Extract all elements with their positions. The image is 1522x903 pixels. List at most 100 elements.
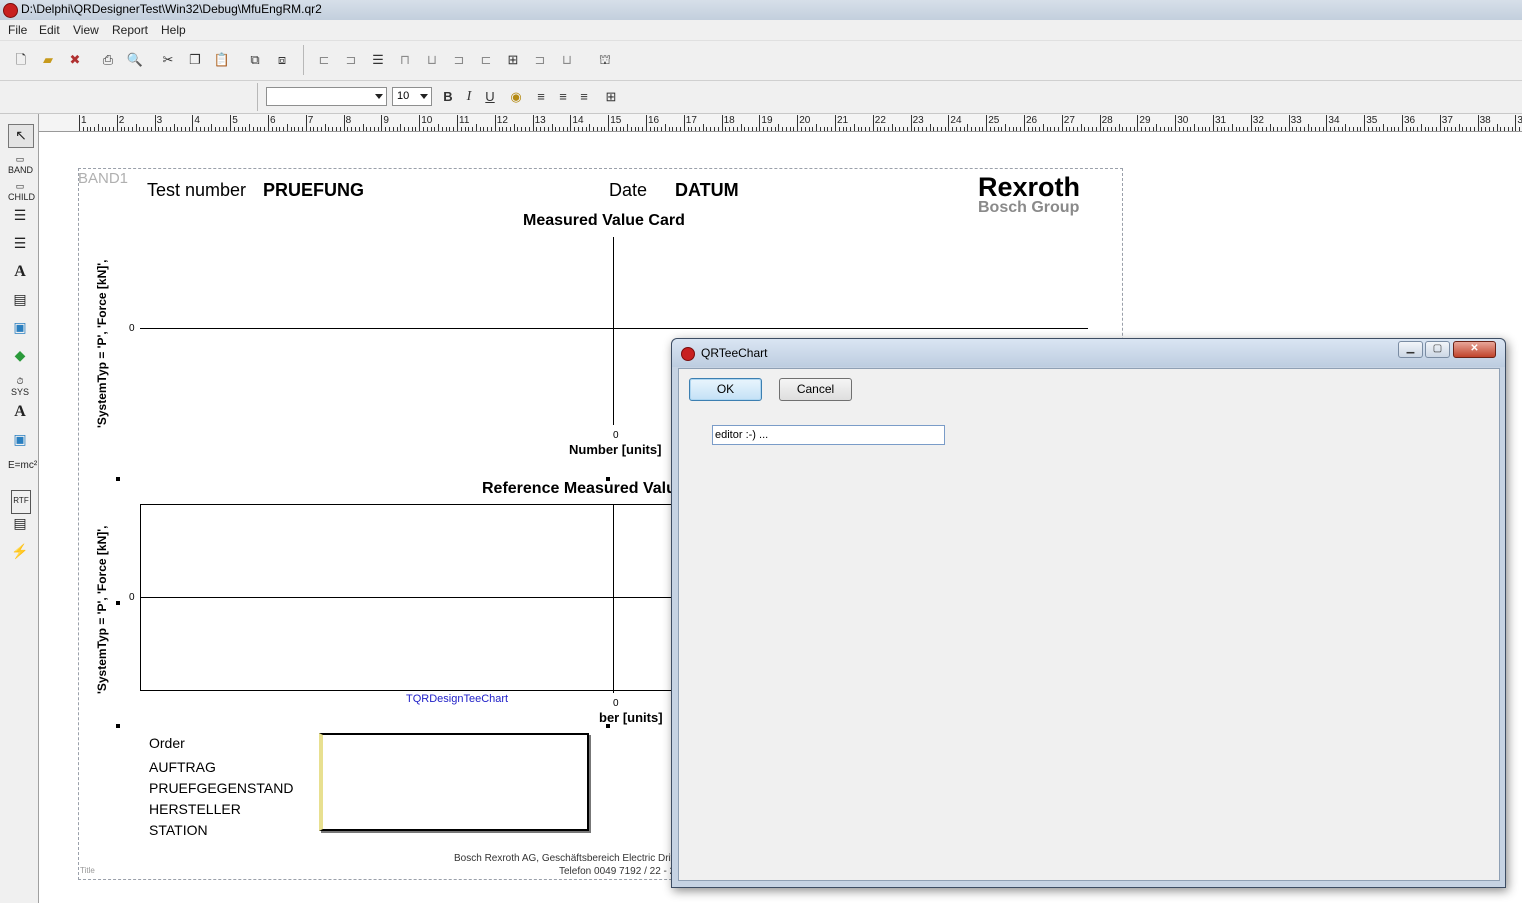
- align-left-icon[interactable]: ⊏: [315, 51, 333, 69]
- menu-view[interactable]: View: [73, 23, 99, 37]
- order-label[interactable]: Order: [149, 735, 185, 751]
- ruler-tick: [441, 127, 443, 131]
- color-palette-icon[interactable]: ◉: [507, 88, 525, 106]
- menu-edit[interactable]: Edit: [39, 23, 60, 37]
- menu-report[interactable]: Report: [112, 23, 148, 37]
- sub-detail-icon[interactable]: ☰: [8, 236, 32, 260]
- print-preview-icon[interactable]: 🔍: [126, 51, 144, 69]
- teechart-icon[interactable]: ⚡: [8, 544, 32, 568]
- cut-icon[interactable]: ✂: [159, 51, 177, 69]
- align-hcenter-icon[interactable]: ⊐: [342, 51, 360, 69]
- ruler-tick: [1012, 127, 1014, 131]
- send-back-icon[interactable]: ⧈: [273, 51, 291, 69]
- paste-icon[interactable]: 📋: [213, 51, 231, 69]
- date-label-box[interactable]: Date: [607, 179, 649, 201]
- ruler-tick: [1326, 115, 1328, 131]
- close-button[interactable]: ✕: [1453, 341, 1496, 358]
- ruler-tick: [774, 127, 776, 131]
- ok-button[interactable]: OK: [689, 378, 762, 401]
- child-band-icon[interactable]: ▭ CHILD: [8, 181, 35, 203]
- date-field-box[interactable]: DATUM: [673, 179, 744, 201]
- ruler-tick: [562, 127, 564, 131]
- report-settings-icon[interactable]: ⛫: [596, 51, 614, 69]
- select-pointer-icon[interactable]: ↖: [8, 124, 34, 148]
- expression-icon[interactable]: E=mc²: [8, 460, 37, 482]
- chart2-y-axis-label: 'SystemTyp = 'P', 'Force [kN]',: [95, 525, 109, 694]
- selection-handle[interactable]: [606, 477, 610, 481]
- manufacturer-field[interactable]: HERSTELLER: [149, 801, 241, 817]
- font-size-select[interactable]: 10: [392, 87, 432, 106]
- selection-handle[interactable]: [116, 724, 120, 728]
- font-size-value: 10: [397, 90, 410, 102]
- title-small-label: Title: [80, 866, 95, 875]
- ruler-number: 15: [610, 115, 622, 126]
- ruler-tick: [986, 115, 988, 131]
- test-number-field-box[interactable]: PRUEFUNG: [261, 179, 377, 201]
- test-number-label-box[interactable]: Test number: [145, 179, 253, 201]
- cancel-button[interactable]: Cancel: [779, 378, 852, 401]
- richtext-icon[interactable]: RTF: [11, 490, 31, 514]
- qrteechart-dialog[interactable]: QRTeeChart ▁ ▢ ✕ OK Cancel: [671, 338, 1506, 888]
- menu-help[interactable]: Help: [161, 23, 186, 37]
- order-field[interactable]: AUFTRAG: [149, 759, 216, 775]
- frame-icon[interactable]: ⊞: [602, 88, 620, 106]
- menu-file[interactable]: File: [8, 23, 27, 37]
- align-vcenter-icon[interactable]: ⊔: [423, 51, 441, 69]
- align-right-icon[interactable]: ☰: [369, 51, 387, 69]
- station-field[interactable]: STATION: [149, 822, 208, 838]
- memo-icon[interactable]: ▤: [8, 292, 32, 316]
- ruler-tick: [241, 127, 243, 131]
- test-object-field[interactable]: PRUEFGEGENSTAND: [149, 780, 293, 796]
- editor-input[interactable]: [712, 425, 945, 445]
- selection-handle[interactable]: [116, 477, 120, 481]
- ruler-tick: [124, 127, 126, 131]
- minimize-button[interactable]: ▁: [1398, 341, 1423, 358]
- bring-front-icon[interactable]: ⧉: [246, 51, 264, 69]
- space-h-icon[interactable]: ⊏: [477, 51, 495, 69]
- ruler-tick: [574, 127, 576, 131]
- size-w-icon[interactable]: ⊐: [531, 51, 549, 69]
- size-h-icon[interactable]: ⊔: [558, 51, 576, 69]
- bold-button[interactable]: B: [439, 88, 457, 106]
- print-icon[interactable]: ⎙: [99, 51, 117, 69]
- group-band-icon[interactable]: ☰: [8, 208, 32, 232]
- ruler-tick: [1299, 127, 1301, 131]
- dbrichtext-icon[interactable]: ▤: [8, 516, 32, 540]
- align-bottom-icon[interactable]: ⊐: [450, 51, 468, 69]
- align-top-icon[interactable]: ⊓: [396, 51, 414, 69]
- font-name-select[interactable]: [266, 87, 387, 106]
- dbimage-icon[interactable]: ▣: [8, 432, 32, 456]
- text-align-center-icon[interactable]: ≡: [554, 88, 572, 106]
- dialog-title-bar[interactable]: QRTeeChart ▁ ▢ ✕: [672, 339, 1505, 367]
- selection-handle[interactable]: [606, 724, 610, 728]
- ruler-tick: [1054, 127, 1056, 131]
- new-icon[interactable]: 🗋: [12, 51, 30, 69]
- underline-button[interactable]: U: [481, 88, 499, 106]
- ruler-tick: [846, 127, 848, 131]
- maximize-button[interactable]: ▢: [1425, 341, 1450, 358]
- open-icon[interactable]: ▰: [39, 51, 57, 69]
- dbtext-icon[interactable]: A: [8, 404, 32, 428]
- ruler-tick: [237, 127, 239, 131]
- ruler-tick: [1156, 124, 1158, 131]
- label-icon[interactable]: A: [8, 264, 32, 288]
- ruler-tick: [589, 124, 591, 131]
- image-icon[interactable]: ▣: [8, 320, 32, 344]
- ruler-tick: [627, 124, 629, 131]
- space-v-icon[interactable]: ⊞: [504, 51, 522, 69]
- text-align-left-icon[interactable]: ≡: [532, 88, 550, 106]
- italic-button[interactable]: I: [460, 88, 478, 106]
- ruler-tick: [1428, 127, 1430, 131]
- selection-handle[interactable]: [116, 601, 120, 605]
- band-icon[interactable]: ▭ BAND: [8, 154, 33, 176]
- info-frame[interactable]: [319, 733, 589, 831]
- ruler-tick: [581, 127, 583, 131]
- ruler-tick: [1148, 127, 1150, 131]
- sysdata-icon[interactable]: ⏱ SYS: [8, 376, 32, 398]
- text-align-right-icon[interactable]: ≡: [575, 88, 593, 106]
- ruler-tick: [566, 127, 568, 131]
- copy-icon[interactable]: ❐: [186, 51, 204, 69]
- shape-icon[interactable]: ◆: [8, 348, 32, 372]
- close-icon[interactable]: ✖: [66, 51, 84, 69]
- ruler-tick: [339, 127, 341, 131]
